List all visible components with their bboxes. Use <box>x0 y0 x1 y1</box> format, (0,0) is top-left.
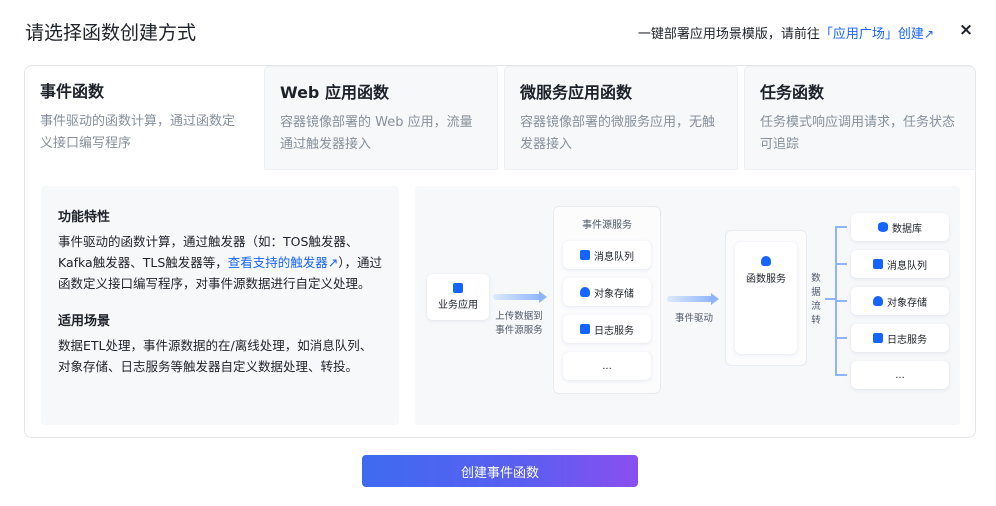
architecture-diagram: 业务应用 上传数据到事件源服务 事件源服务 消息队列 对象存储 日志服务 ...… <box>415 186 960 425</box>
dialog-title: 请选择函数创建方式 <box>25 22 197 44</box>
arrow-head <box>539 291 547 303</box>
target-mq-node: 消息队列 <box>851 250 949 278</box>
function-service-node: 函数服务 <box>735 242 797 354</box>
document-icon <box>580 324 590 334</box>
event-source-title: 事件源服务 <box>582 220 632 231</box>
features-title: 功能特性 <box>58 210 111 225</box>
create-function-dialog: 请选择函数创建方式 一键部署应用场景模版，请前往「应用广场」创建↗ × 事件函数… <box>0 0 996 506</box>
message-queue-icon <box>873 259 883 269</box>
tab-microservice-function[interactable]: 微服务应用函数 容器镜像部署的微服务应用，无触发器接入 <box>504 66 738 170</box>
tab-desc: 事件驱动的函数计算，通过函数定义接口编写程序 <box>40 114 236 151</box>
tab-desc: 容器镜像部署的 Web 应用，流量通过触发器接入 <box>280 115 473 152</box>
business-app-label: 业务应用 <box>438 300 478 311</box>
template-hint: 一键部署应用场景模版，请前往「应用广场」创建↗ <box>638 23 934 42</box>
cloud-icon <box>761 256 771 266</box>
supported-triggers-link[interactable]: 查看支持的触发器 <box>228 255 328 270</box>
document-icon <box>873 333 883 343</box>
external-link-icon: ↗ <box>923 27 934 41</box>
target-more-node: ... <box>851 361 949 389</box>
tab-title: 事件函数 <box>40 82 105 101</box>
source-oss-node: 对象存储 <box>563 278 651 306</box>
tab-content: 功能特性 事件驱动的函数计算，通过触发器（如：TOS触发器、Kafka触发器、T… <box>25 170 975 437</box>
source-label: 日志服务 <box>594 325 634 337</box>
event-driven-label: 事件驱动 <box>674 313 713 324</box>
tab-desc: 任务模式响应调用请求，任务状态可追踪 <box>760 115 956 152</box>
connector-line <box>835 226 847 228</box>
function-service-label: 函数服务 <box>746 274 786 285</box>
source-label: 对象存储 <box>594 288 634 300</box>
target-label: 对象存储 <box>887 297 927 309</box>
message-queue-icon <box>580 250 590 260</box>
target-oss-node: 对象存储 <box>851 287 949 315</box>
scenarios-text: 数据ETL处理，事件源数据的在/离线处理，如消息队列、对象存储、日志服务等触发器… <box>58 338 373 374</box>
close-icon[interactable]: × <box>958 20 974 40</box>
source-more-node: ... <box>563 352 651 380</box>
tab-web-function[interactable]: Web 应用函数 容器镜像部署的 Web 应用，流量通过触发器接入 <box>264 66 498 170</box>
create-event-function-button[interactable]: 创建事件函数 <box>362 455 638 487</box>
upload-label: 上传数据到事件源服务 <box>495 311 543 336</box>
tab-event-function[interactable]: 事件函数 事件驱动的函数计算，通过函数定义接口编写程序 <box>25 66 258 170</box>
cloud-icon <box>873 296 883 306</box>
function-info: 功能特性 事件驱动的函数计算，通过触发器（如：TOS触发器、Kafka触发器、T… <box>41 186 399 425</box>
arrow-line <box>667 296 713 302</box>
target-label: ... <box>895 369 905 381</box>
target-label: 消息队列 <box>887 260 927 272</box>
tab-desc: 容器镜像部署的微服务应用，无触发器接入 <box>520 115 716 152</box>
source-mq-node: 消息队列 <box>563 241 651 269</box>
template-hint-text: 一键部署应用场景模版，请前往 <box>637 27 820 42</box>
external-link-icon[interactable]: ↗ <box>328 255 338 270</box>
target-label: 数据库 <box>892 223 922 235</box>
tab-title: 任务函数 <box>760 83 825 102</box>
tab-title: Web 应用函数 <box>280 83 389 102</box>
arrow-head <box>711 293 719 305</box>
connector-line <box>835 337 847 339</box>
cloud-icon <box>580 287 590 297</box>
database-icon <box>878 222 888 232</box>
target-label: 日志服务 <box>887 334 927 346</box>
business-app-node: 业务应用 <box>427 274 489 320</box>
connector-line <box>835 300 847 302</box>
arrow-line <box>493 294 541 300</box>
connector-line <box>835 374 847 376</box>
features-text: 事件驱动的函数计算，通过触发器（如：TOS触发器、Kafka触发器、TLS触发器… <box>58 231 383 294</box>
function-type-panel: 事件函数 事件驱动的函数计算，通过函数定义接口编写程序 Web 应用函数 容器镜… <box>24 65 976 438</box>
tab-title: 微服务应用函数 <box>520 83 633 102</box>
tab-task-function[interactable]: 任务函数 任务模式响应调用请求，任务状态可追踪 <box>744 66 975 170</box>
target-db-node: 数据库 <box>851 213 949 241</box>
target-log-node: 日志服务 <box>851 324 949 352</box>
source-log-node: 日志服务 <box>563 315 651 343</box>
data-flow-label: 数据流转 <box>811 273 821 326</box>
app-square-link[interactable]: 「应用广场」创建 <box>820 27 924 42</box>
scenarios-title: 适用场景 <box>58 314 111 329</box>
connector-line <box>835 263 847 265</box>
function-type-tabs: 事件函数 事件驱动的函数计算，通过函数定义接口编写程序 Web 应用函数 容器镜… <box>25 66 975 170</box>
source-label: 消息队列 <box>594 251 634 263</box>
source-label: ... <box>602 360 612 372</box>
cube-icon <box>453 283 463 293</box>
